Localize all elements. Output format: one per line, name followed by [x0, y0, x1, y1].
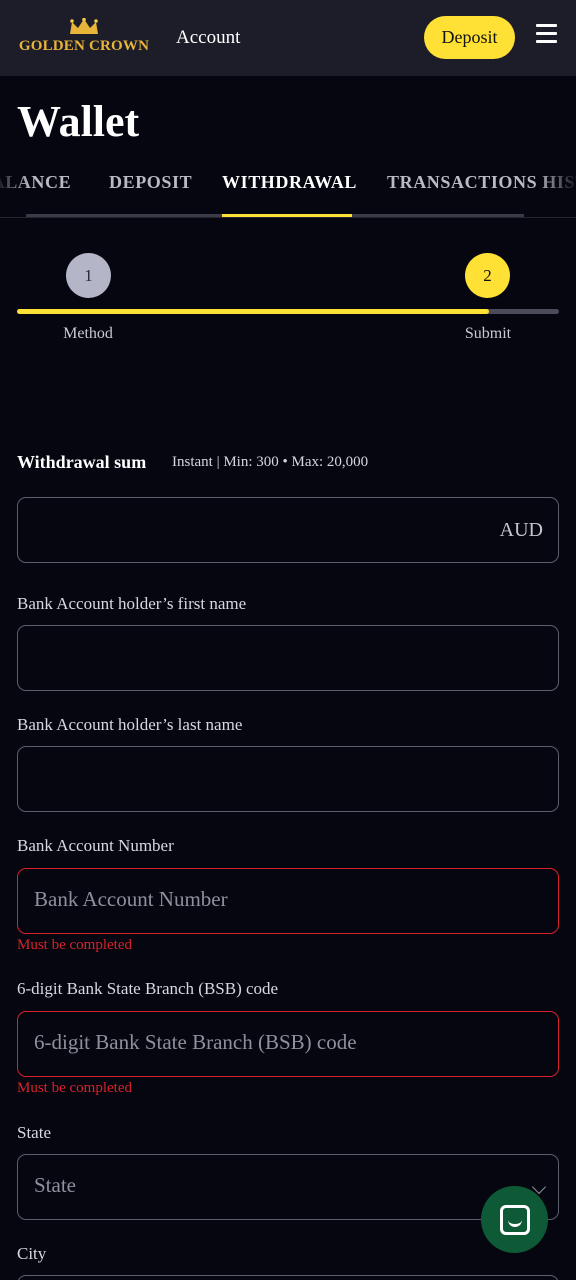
step-2-label: Submit	[464, 325, 512, 342]
step-1-label: Method	[63, 325, 113, 342]
last-name-input[interactable]	[17, 746, 559, 812]
account-number-error: Must be completed	[17, 937, 132, 953]
bsb-error: Must be completed	[17, 1080, 132, 1096]
state-select[interactable]: State	[17, 1154, 559, 1220]
last-name-label: Bank Account holder’s last name	[17, 715, 243, 734]
state-placeholder: State	[34, 1173, 76, 1197]
withdrawal-sum-header: Withdrawal sum Instant | Min: 300 • Max:…	[17, 452, 368, 473]
bsb-placeholder: 6-digit Bank State Branch (BSB) code	[34, 1030, 357, 1054]
wallet-tabs: BALANCE DEPOSIT WITHDRAWAL TRANSACTIONS …	[0, 160, 576, 218]
bsb-label: 6-digit Bank State Branch (BSB) code	[17, 979, 279, 998]
tab-withdrawal[interactable]: WITHDRAWAL	[222, 172, 357, 193]
bsb-input[interactable]: 6-digit Bank State Branch (BSB) code	[17, 1011, 559, 1077]
withdrawal-sum-label: Withdrawal sum	[17, 452, 147, 472]
tab-deposit[interactable]: DEPOSIT	[109, 172, 192, 193]
page-title: Wallet	[17, 97, 140, 146]
step-progress-track	[17, 309, 559, 314]
deposit-button[interactable]: Deposit	[424, 16, 515, 59]
chat-support-button[interactable]	[481, 1186, 548, 1253]
step-1-circle[interactable]: 1	[66, 253, 111, 298]
golden-crown-logo[interactable]: GOLDEN CROWN	[18, 18, 150, 60]
account-link[interactable]: Account	[176, 27, 240, 49]
account-number-placeholder: Bank Account Number	[34, 887, 228, 911]
tab-active-indicator	[222, 214, 352, 217]
step-progress-fill	[17, 309, 489, 314]
hamburger-menu-icon[interactable]	[536, 24, 557, 43]
step-2-circle: 2	[465, 253, 510, 298]
city-input[interactable]	[17, 1275, 559, 1280]
withdrawal-limits-info: Instant | Min: 300 • Max: 20,000	[172, 454, 369, 470]
first-name-input[interactable]	[17, 625, 559, 691]
account-number-label: Bank Account Number	[17, 836, 174, 855]
top-bar: GOLDEN CROWN Account Deposit	[0, 0, 576, 76]
withdrawal-amount-input[interactable]: AUD	[17, 497, 559, 563]
state-label: State	[17, 1123, 51, 1142]
withdrawal-stepper: 1 2 Method Submit	[0, 250, 576, 350]
currency-label: AUD	[499, 519, 543, 541]
crown-icon	[70, 18, 98, 34]
first-name-label: Bank Account holder’s first name	[17, 594, 247, 613]
account-number-input[interactable]: Bank Account Number	[17, 868, 559, 934]
city-label: City	[17, 1244, 47, 1263]
logo-text: GOLDEN CROWN	[18, 38, 150, 54]
tab-fade-right	[536, 160, 576, 217]
chat-support-icon	[499, 1204, 530, 1235]
tab-fade-left	[0, 160, 30, 217]
